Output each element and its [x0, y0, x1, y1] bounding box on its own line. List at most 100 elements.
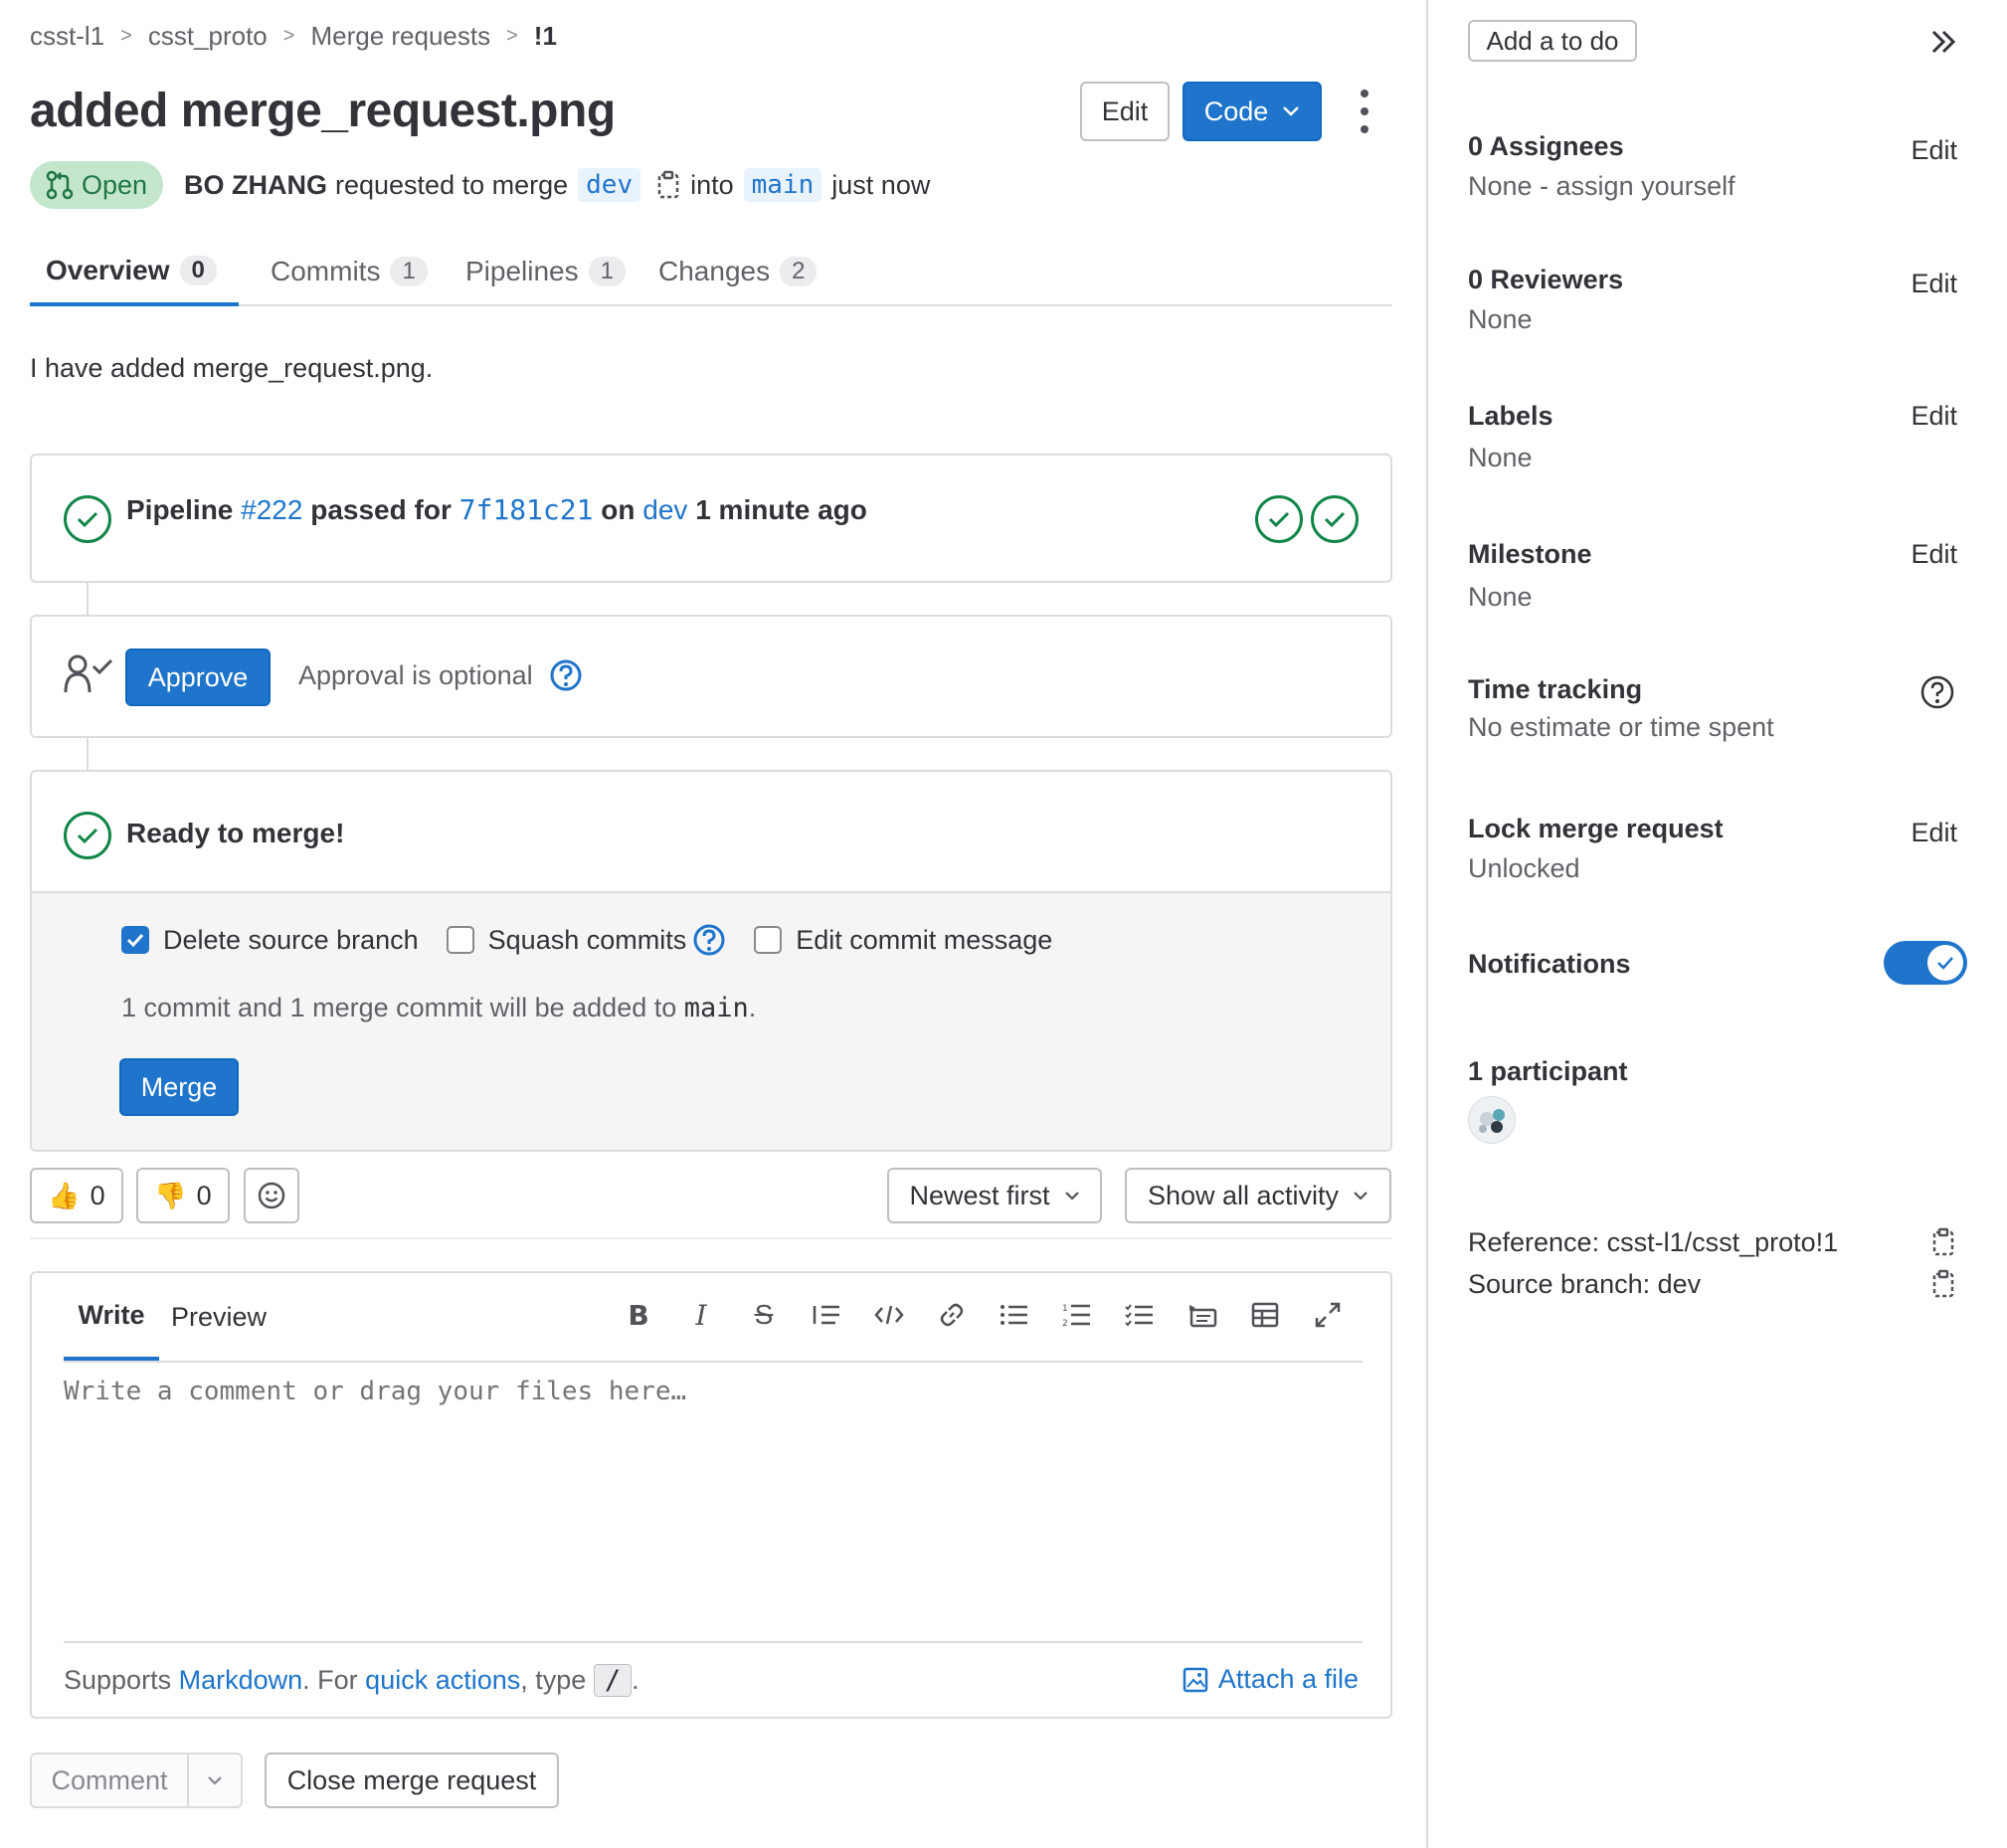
comment-options-toggle[interactable] [189, 1755, 241, 1806]
link-icon[interactable] [928, 1291, 976, 1339]
copy-icon[interactable] [656, 170, 682, 200]
delete-branch-label[interactable]: Delete source branch [163, 925, 419, 956]
approve-button[interactable]: Approve [125, 648, 271, 706]
author-name[interactable]: BO ZHANG [184, 170, 327, 201]
task-list-icon[interactable] [1116, 1291, 1164, 1339]
milestone-title: Milestone [1468, 539, 1592, 569]
markdown-link[interactable]: Markdown [179, 1665, 303, 1696]
pipeline-time: 1 minute ago [695, 493, 867, 525]
bold-icon[interactable]: B [615, 1291, 662, 1339]
comment-button[interactable]: Comment [32, 1755, 189, 1806]
description: I have added merge_request.png. [30, 353, 434, 383]
merge-request-icon [46, 170, 74, 200]
status-badge: Open [30, 161, 163, 209]
milestone-edit-button[interactable]: Edit [1911, 539, 1957, 570]
quick-actions-link[interactable]: quick actions [365, 1665, 520, 1696]
supports-text: Supports [64, 1665, 172, 1695]
pipeline-summary: Pipeline #222 passed for 7f181c21 on dev… [126, 493, 867, 526]
thumbs-up-icon: 👍 [48, 1180, 81, 1210]
edit-commit-message-checkbox[interactable] [754, 926, 783, 954]
add-todo-button[interactable]: Add a to do [1468, 20, 1637, 62]
participant-avatar-image [1479, 1109, 1505, 1133]
copy-icon[interactable] [1931, 1227, 1957, 1257]
assignees-title: 0 Assignees [1468, 131, 1624, 161]
thumbs-up-button[interactable]: 👍 0 [30, 1168, 123, 1223]
merge-summary-end: . [748, 993, 757, 1022]
merge-options-panel: Delete source branch Squash commits Edit… [32, 891, 1390, 1150]
target-branch-chip[interactable]: main [743, 168, 822, 202]
chevron-down-icon [1283, 106, 1300, 116]
add-reaction-button[interactable] [244, 1168, 299, 1223]
assignees-value[interactable]: None - assign yourself [1468, 171, 1735, 202]
status-success-icon [64, 812, 111, 859]
attach-file-link[interactable]: Attach a file [1183, 1664, 1359, 1695]
breadcrumb-current[interactable]: !1 [534, 21, 557, 52]
code-icon[interactable] [865, 1291, 913, 1339]
comment-split-button: Comment [30, 1753, 243, 1808]
source-branch-chip[interactable]: dev [578, 168, 641, 202]
fullscreen-icon[interactable] [1304, 1291, 1352, 1339]
merge-button[interactable]: Merge [119, 1058, 239, 1116]
collapsible-section-icon[interactable] [1179, 1291, 1226, 1339]
breadcrumb-merge-requests[interactable]: Merge requests [310, 21, 490, 52]
tab-preview[interactable]: Preview [171, 1273, 267, 1361]
tab-pipelines[interactable]: Pipelines 1 [450, 239, 641, 304]
squash-commits-checkbox[interactable] [446, 926, 474, 954]
breadcrumb-project[interactable]: csst_proto [148, 21, 268, 52]
reviewers-edit-button[interactable]: Edit [1911, 269, 1957, 299]
comment-textarea[interactable] [64, 1377, 1363, 1556]
tab-bar: Overview 0 Commits 1 Pipelines 1 Changes 2 [30, 239, 1392, 306]
approval-text: Approval is optional [298, 660, 533, 690]
labels-value: None [1468, 443, 1533, 472]
code-button-label: Code [1203, 95, 1269, 126]
code-dropdown-button[interactable]: Code [1183, 82, 1322, 141]
tab-write[interactable]: Write [64, 1273, 159, 1361]
reviewers-title: 0 Reviewers [1468, 265, 1624, 294]
time-text: just now [831, 169, 931, 200]
strikethrough-icon[interactable]: S [740, 1291, 788, 1339]
collapse-sidebar-icon[interactable] [1929, 28, 1957, 56]
edit-button[interactable]: Edit [1080, 82, 1170, 141]
notifications-toggle[interactable] [1884, 941, 1967, 985]
thumbs-down-button[interactable]: 👎 0 [136, 1168, 230, 1223]
reviewers-value: None [1468, 304, 1533, 334]
tab-count: 0 [179, 256, 217, 285]
breadcrumb: csst-l1 > csst_proto > Merge requests > … [30, 18, 557, 54]
activity-filter-label: Show all activity [1147, 1180, 1340, 1210]
activity-filter-dropdown[interactable]: Show all activity [1125, 1168, 1391, 1223]
assignees-edit-button[interactable]: Edit [1911, 135, 1957, 166]
labels-edit-button[interactable]: Edit [1911, 401, 1957, 432]
close-merge-request-button[interactable]: Close merge request [265, 1753, 559, 1808]
approval-widget: Approve Approval is optional [30, 615, 1392, 738]
chevron-right-icon: > [282, 24, 295, 47]
quote-icon[interactable] [803, 1291, 850, 1339]
table-icon[interactable] [1241, 1291, 1289, 1339]
tab-label: Overview [46, 255, 170, 285]
lock-edit-button[interactable]: Edit [1911, 818, 1957, 848]
merge-request-meta: BO ZHANG requested to merge dev into mai… [184, 159, 930, 211]
tab-overview[interactable]: Overview 0 [30, 239, 239, 306]
help-icon[interactable] [1919, 674, 1955, 710]
help-icon[interactable] [692, 923, 726, 957]
commit-link[interactable]: 7f181c21 [459, 493, 594, 526]
avatar[interactable] [1468, 1096, 1516, 1144]
into-text: into [690, 169, 734, 200]
sort-order-dropdown[interactable]: Newest first [887, 1168, 1102, 1223]
stage-success-icon[interactable] [1255, 495, 1303, 543]
tab-changes[interactable]: Changes 2 [642, 239, 832, 304]
more-actions-icon[interactable] [1353, 90, 1376, 133]
breadcrumb-group[interactable]: csst-l1 [30, 21, 104, 52]
pipeline-branch-link[interactable]: dev [642, 494, 687, 526]
italic-icon[interactable]: I [677, 1291, 725, 1339]
type-text: , type [520, 1665, 587, 1695]
numbered-list-icon[interactable]: 12 [1053, 1291, 1101, 1339]
squash-commits-label[interactable]: Squash commits [488, 925, 687, 956]
help-icon[interactable] [549, 658, 583, 692]
pipeline-link[interactable]: #222 [241, 494, 302, 526]
delete-branch-checkbox[interactable] [121, 926, 149, 954]
edit-commit-message-label[interactable]: Edit commit message [796, 925, 1052, 956]
copy-icon[interactable] [1931, 1269, 1957, 1299]
tab-commits[interactable]: Commits 1 [255, 239, 444, 304]
bullet-list-icon[interactable] [991, 1291, 1038, 1339]
stage-success-icon[interactable] [1311, 495, 1359, 543]
